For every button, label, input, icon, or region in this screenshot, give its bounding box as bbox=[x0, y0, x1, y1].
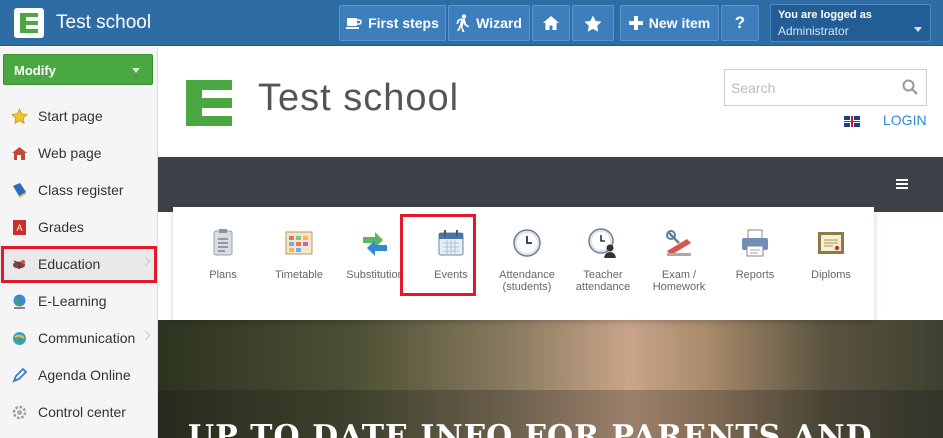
education-dropdown-menu: Plans Timetable Substitution Events Atte… bbox=[173, 207, 874, 320]
teacher-clock-icon bbox=[588, 228, 616, 258]
new-item-button[interactable]: New item bbox=[620, 5, 719, 41]
menu-item-attendance-students[interactable]: Attendance (students) bbox=[489, 207, 565, 320]
chevron-down-icon bbox=[132, 68, 140, 73]
sidebar-item-label: Communication bbox=[38, 330, 136, 346]
wizard-button[interactable]: Wizard bbox=[448, 5, 530, 41]
sidebar-item-label: Class register bbox=[38, 182, 124, 198]
app-window: Test school First steps Wizard New item … bbox=[0, 0, 943, 438]
sidebar-item-label: Control center bbox=[38, 404, 126, 420]
menu-item-label: Events bbox=[434, 269, 468, 281]
sidebar-item-class-register[interactable]: Class register bbox=[0, 172, 157, 209]
printer-icon bbox=[742, 229, 768, 257]
first-steps-label: First steps bbox=[368, 15, 439, 31]
menu-item-label: Attendance (students) bbox=[499, 269, 555, 293]
exam-tools-icon bbox=[666, 230, 691, 256]
menu-item-plans[interactable]: Plans bbox=[185, 207, 261, 320]
star-icon bbox=[584, 15, 602, 32]
website-preview: Test school LOGIN UP TO DATE INFO FOR PA… bbox=[158, 47, 943, 438]
clock-icon bbox=[513, 229, 541, 257]
home-icon bbox=[543, 16, 559, 30]
sidebar-item-label: Web page bbox=[38, 145, 102, 161]
star-icon bbox=[11, 108, 28, 125]
sidebar-item-start-page[interactable]: Start page bbox=[0, 98, 157, 135]
menu-item-label: Timetable bbox=[275, 269, 323, 281]
user-menu-dropdown[interactable]: You are logged as Administrator bbox=[770, 4, 931, 42]
favorites-button[interactable] bbox=[572, 5, 614, 41]
sidebar-item-label: Education bbox=[38, 256, 101, 272]
chevron-right-icon bbox=[140, 330, 151, 341]
house-icon bbox=[12, 147, 27, 160]
menu-item-teacher-attendance[interactable]: Teacher attendance bbox=[565, 207, 641, 320]
book-icon bbox=[13, 183, 26, 198]
menu-item-timetable[interactable]: Timetable bbox=[261, 207, 337, 320]
login-link[interactable]: LOGIN bbox=[883, 112, 927, 128]
site-title[interactable]: Test school bbox=[258, 77, 459, 120]
sidebar-item-education[interactable]: Education bbox=[0, 246, 157, 283]
sidebar-item-e-learning[interactable]: E-Learning bbox=[0, 283, 157, 320]
grades-icon: A bbox=[13, 220, 26, 235]
menu-item-label: Plans bbox=[209, 269, 237, 281]
timetable-grid-icon bbox=[285, 231, 313, 255]
sidebar-item-control-center[interactable]: Control center bbox=[0, 394, 157, 431]
sidebar-item-web-page[interactable]: Web page bbox=[0, 135, 157, 172]
sidebar-item-label: Grades bbox=[38, 219, 84, 235]
first-steps-button[interactable]: First steps bbox=[339, 5, 446, 41]
sidebar: Modify Start page Web page Class registe… bbox=[0, 47, 158, 438]
education-icon bbox=[13, 260, 25, 270]
swap-arrows-icon bbox=[363, 232, 387, 256]
svg-text:A: A bbox=[16, 223, 22, 233]
user-role: Administrator bbox=[778, 24, 849, 38]
modify-button[interactable]: Modify bbox=[3, 54, 153, 85]
app-title[interactable]: Test school bbox=[56, 12, 151, 34]
communication-icon bbox=[13, 332, 26, 345]
search-input[interactable] bbox=[725, 70, 895, 105]
app-logo-icon[interactable] bbox=[14, 8, 44, 38]
sidebar-item-label: Start page bbox=[38, 108, 103, 124]
menu-item-label: Teacher attendance bbox=[575, 269, 631, 293]
search-box bbox=[724, 69, 927, 106]
clipboard-icon bbox=[213, 229, 233, 256]
menu-item-reports[interactable]: Reports bbox=[717, 207, 793, 320]
site-navbar bbox=[158, 157, 943, 212]
sidebar-item-label: E-Learning bbox=[38, 293, 107, 309]
menu-item-substitution[interactable]: Substitution bbox=[337, 207, 413, 320]
sidebar-item-communication[interactable]: Communication bbox=[0, 320, 157, 357]
sidebar-item-agenda-online[interactable]: Agenda Online bbox=[0, 357, 157, 394]
menu-item-label: Diploms bbox=[811, 269, 851, 281]
help-button[interactable]: ? bbox=[721, 5, 759, 41]
calendar-icon bbox=[438, 230, 464, 256]
hero-banner-image: UP TO DATE INFO FOR PARENTS AND bbox=[158, 320, 943, 438]
help-question-icon: ? bbox=[734, 13, 746, 32]
menu-item-label: Reports bbox=[735, 269, 775, 281]
sidebar-item-label: Agenda Online bbox=[38, 367, 131, 383]
top-bar: Test school First steps Wizard New item … bbox=[0, 0, 943, 46]
globe-icon bbox=[13, 294, 26, 309]
coffee-cup-icon bbox=[346, 18, 362, 29]
diploma-certificate-icon bbox=[818, 232, 844, 254]
plus-icon bbox=[628, 16, 643, 30]
hero-headline: UP TO DATE INFO FOR PARENTS AND bbox=[188, 419, 873, 438]
pen-icon bbox=[12, 367, 28, 383]
chevron-down-icon bbox=[914, 27, 922, 32]
walking-person-icon bbox=[456, 14, 470, 32]
hamburger-menu-icon[interactable] bbox=[896, 179, 908, 189]
menu-item-diploms[interactable]: Diploms bbox=[793, 207, 869, 320]
logged-as-label: You are logged as bbox=[778, 9, 872, 21]
gear-icon bbox=[12, 405, 27, 420]
menu-item-exam-homework[interactable]: Exam / Homework bbox=[641, 207, 717, 320]
site-logo-icon[interactable] bbox=[186, 80, 232, 126]
wizard-label: Wizard bbox=[476, 15, 522, 31]
menu-item-label: Exam / Homework bbox=[652, 269, 706, 293]
menu-item-events[interactable]: Events bbox=[413, 207, 489, 320]
search-icon[interactable] bbox=[902, 79, 918, 95]
new-item-label: New item bbox=[648, 15, 711, 31]
chevron-right-icon bbox=[140, 256, 151, 267]
home-button[interactable] bbox=[532, 5, 570, 41]
uk-flag-icon[interactable] bbox=[844, 116, 860, 127]
modify-label: Modify bbox=[14, 63, 56, 78]
menu-item-label: Substitution bbox=[346, 269, 404, 281]
sidebar-item-grades[interactable]: A Grades bbox=[0, 209, 157, 246]
